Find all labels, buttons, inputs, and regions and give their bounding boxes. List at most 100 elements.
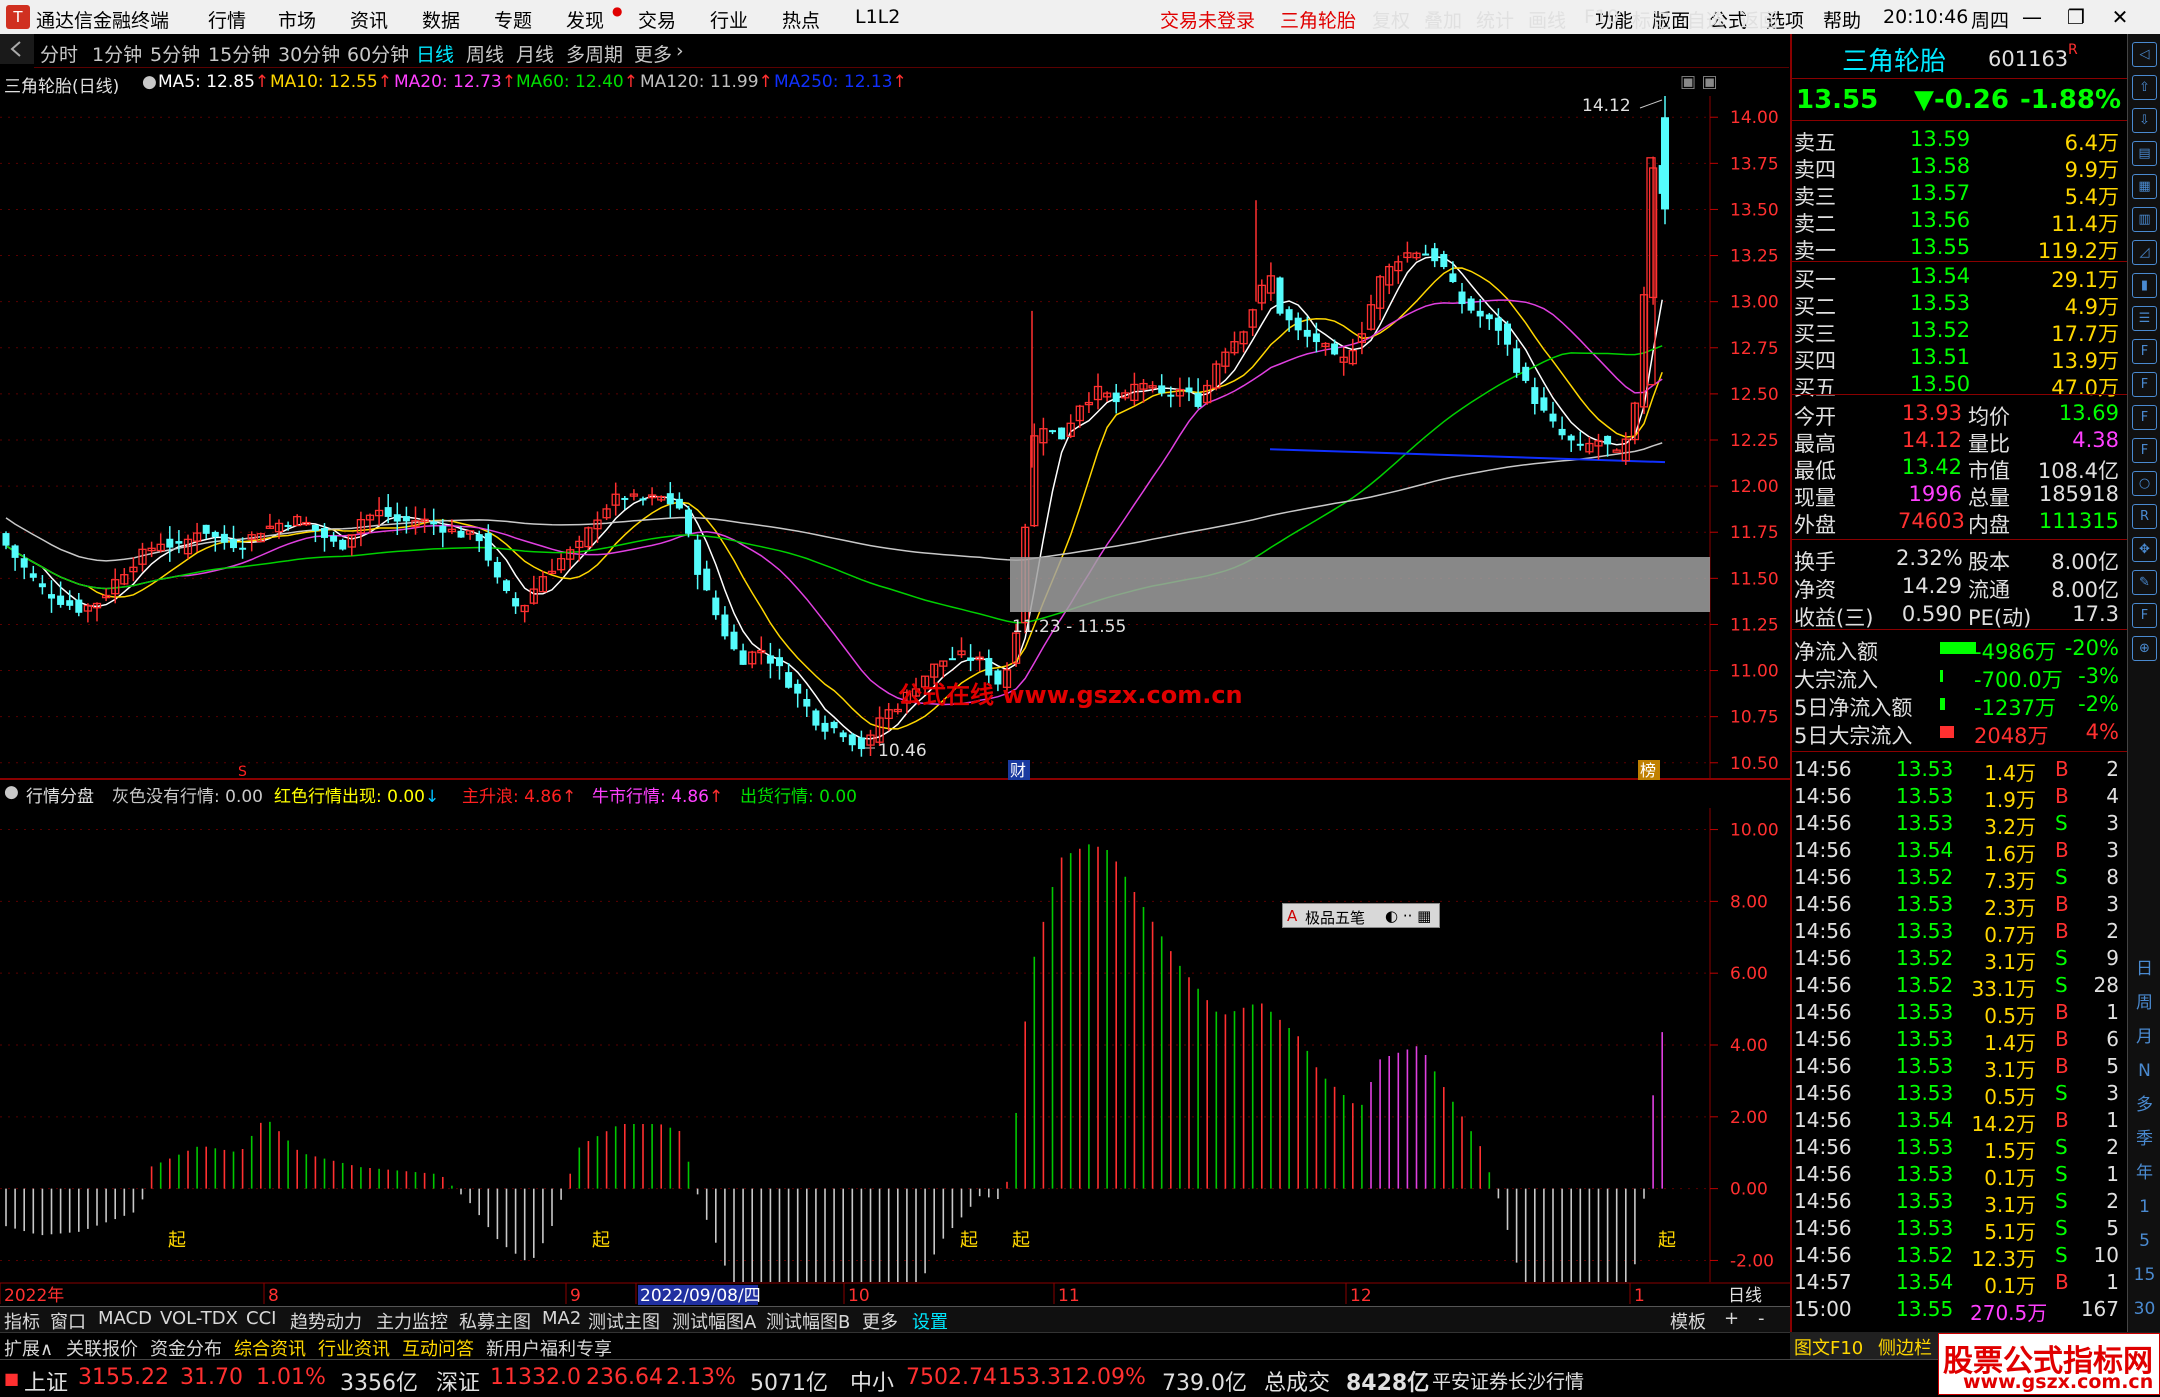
rsi-icon[interactable]: R bbox=[2132, 504, 2157, 529]
f2-icon[interactable]: F bbox=[2132, 372, 2157, 397]
tab-simu[interactable]: 私募主图 bbox=[459, 1308, 531, 1334]
sell-row[interactable]: 卖一 13.55 119.2万 bbox=[1792, 234, 2127, 263]
sell-row[interactable]: 卖四 13.58 9.9万 bbox=[1792, 153, 2127, 182]
period-fenshi[interactable]: 分时 bbox=[40, 40, 78, 67]
tick-row[interactable]: 14:56 13.53 0.7万 B 2 bbox=[1792, 918, 2127, 947]
buy-row[interactable]: 买四 13.51 13.9万 bbox=[1792, 344, 2127, 373]
tick-row[interactable]: 14:56 13.53 1.5万 S 2 bbox=[1792, 1134, 2127, 1163]
period-multi[interactable]: 多周期 bbox=[566, 40, 623, 67]
index-sh-label[interactable]: 上证 bbox=[24, 1365, 68, 1397]
tab-zonghe[interactable]: 综合资讯 bbox=[234, 1335, 306, 1361]
tab-hangye[interactable]: 行业资讯 bbox=[318, 1335, 390, 1361]
btn-f10[interactable]: F10 bbox=[1584, 6, 1619, 28]
fs-icon[interactable]: F bbox=[2132, 603, 2157, 628]
period-shortcut-10[interactable]: 30 bbox=[2132, 1298, 2157, 1323]
line-chart-icon[interactable]: ◿ bbox=[2132, 240, 2157, 265]
trade-login-status[interactable]: 交易未登录 bbox=[1160, 6, 1255, 33]
tick-row[interactable]: 14:56 13.53 2.3万 B 3 bbox=[1792, 891, 2127, 920]
period-shortcut-9[interactable]: 15 bbox=[2132, 1264, 2157, 1289]
menu-zixun[interactable]: 资讯 bbox=[350, 6, 388, 33]
chart-icon[interactable]: ▤ bbox=[2132, 141, 2157, 166]
tick-row[interactable]: 14:56 13.53 0.5万 S 3 bbox=[1792, 1080, 2127, 1109]
period-shortcut-2[interactable]: 月 bbox=[2132, 1026, 2157, 1051]
indicator-chart[interactable]: 起 起 起 起 起 10.00 8.00 6.00 4.00 2.00 0.00 -2.00 bbox=[0, 808, 1790, 1282]
index-sz-label[interactable]: 深证 bbox=[436, 1365, 480, 1397]
period-1min[interactable]: 1分钟 bbox=[92, 40, 142, 67]
tab-hudong[interactable]: 互动问答 bbox=[402, 1335, 474, 1361]
list-icon[interactable]: ☰ bbox=[2132, 306, 2157, 331]
settings-dot-icon[interactable]: ● bbox=[142, 72, 157, 92]
tab-minus[interactable]: - bbox=[1758, 1308, 1765, 1329]
tick-row[interactable]: 14:56 13.53 0.1万 S 1 bbox=[1792, 1161, 2127, 1190]
tick-row[interactable]: 14:57 13.54 0.1万 B 1 bbox=[1792, 1269, 2127, 1298]
tab-zhuli[interactable]: 主力监控 bbox=[376, 1308, 448, 1334]
tab-ceshi-zhutu[interactable]: 测试主图 bbox=[588, 1308, 660, 1334]
tab-plus[interactable]: + bbox=[1724, 1308, 1739, 1329]
tick-row[interactable]: 14:56 13.54 1.6万 B 3 bbox=[1792, 837, 2127, 866]
chart-window-icons[interactable]: ▣ ▣ bbox=[1680, 72, 1718, 92]
tick-row[interactable]: 14:56 13.52 33.1万 S 28 bbox=[1792, 972, 2127, 1001]
btn-fuquan[interactable]: 复权 bbox=[1372, 6, 1410, 33]
tab-cci[interactable]: CCI bbox=[246, 1308, 276, 1329]
restore-icon[interactable]: ❐ bbox=[2057, 1, 2095, 33]
period-day[interactable]: 日线 bbox=[416, 40, 454, 67]
menu-shichang[interactable]: 市场 bbox=[278, 6, 316, 33]
menu-jiaoyi[interactable]: 交易 bbox=[638, 6, 676, 33]
tab-ceshi-b[interactable]: 测试幅图B bbox=[766, 1308, 850, 1334]
btn-zixuan[interactable]: -自选 bbox=[1680, 6, 1725, 33]
left-nav-toggle[interactable] bbox=[0, 34, 34, 64]
tick-row[interactable]: 14:56 13.53 3.1万 B 5 bbox=[1792, 1053, 2127, 1082]
tab-xinyonghu[interactable]: 新用户福利专享 bbox=[486, 1335, 612, 1361]
buy-row[interactable]: 买二 13.53 4.9万 bbox=[1792, 290, 2127, 319]
menu-shuju[interactable]: 数据 bbox=[422, 6, 460, 33]
buy-row[interactable]: 买一 13.54 29.1万 bbox=[1792, 263, 2127, 292]
buy-row[interactable]: 买三 13.52 17.7万 bbox=[1792, 317, 2127, 346]
tab-kuozhan[interactable]: 扩展∧ bbox=[4, 1335, 53, 1361]
period-shortcut-1[interactable]: 周 bbox=[2132, 992, 2157, 1017]
tab-tuwen-f10[interactable]: 图文F10 bbox=[1794, 1334, 1863, 1360]
indicator-name[interactable]: 行情分盘 bbox=[26, 782, 94, 807]
grid-icon[interactable]: ▦ bbox=[2132, 174, 2157, 199]
tab-vol-tdx[interactable]: VOL-TDX bbox=[160, 1308, 238, 1329]
tick-row[interactable]: 14:56 13.53 3.2万 S 3 bbox=[1792, 810, 2127, 839]
btn-diejia[interactable]: 叠加 bbox=[1424, 6, 1462, 33]
move-icon[interactable]: ✥ bbox=[2132, 537, 2157, 562]
period-shortcut-7[interactable]: 1 bbox=[2132, 1196, 2157, 1221]
period-shortcut-5[interactable]: 季 bbox=[2132, 1128, 2157, 1153]
btn-biaoji[interactable]: 标记 bbox=[1632, 6, 1670, 33]
period-shortcut-0[interactable]: 日 bbox=[2132, 958, 2157, 983]
sell-row[interactable]: 卖三 13.57 5.4万 bbox=[1792, 180, 2127, 209]
tick-row[interactable]: 14:56 13.53 0.5万 B 1 bbox=[1792, 999, 2127, 1028]
broker-name[interactable]: 平安证券长沙行情 bbox=[1432, 1367, 1584, 1394]
sell-row[interactable]: 卖二 13.56 11.4万 bbox=[1792, 207, 2127, 236]
tick-row[interactable]: 14:56 13.53 5.1万 S 5 bbox=[1792, 1215, 2127, 1244]
settings-dot-icon[interactable]: ● bbox=[4, 782, 19, 802]
period-month[interactable]: 月线 bbox=[516, 40, 554, 67]
period-more[interactable]: 更多 bbox=[634, 40, 672, 67]
tab-ma2[interactable]: MA2 bbox=[542, 1308, 581, 1329]
period-60min[interactable]: 60分钟 bbox=[347, 40, 409, 67]
pen-icon[interactable]: ✎ bbox=[2132, 570, 2157, 595]
f4-icon[interactable]: F bbox=[2132, 438, 2157, 463]
settings-icon[interactable]: ⊕ bbox=[2132, 636, 2157, 661]
f3-icon[interactable]: F bbox=[2132, 405, 2157, 430]
f10-icon[interactable]: F bbox=[2132, 339, 2157, 364]
tab-qushi[interactable]: 趋势动力 bbox=[290, 1308, 362, 1334]
tick-row[interactable]: 14:56 13.53 3.1万 S 2 bbox=[1792, 1188, 2127, 1217]
tab-settings[interactable]: 设置 bbox=[912, 1308, 948, 1334]
menu-l1l2[interactable]: L1L2 bbox=[855, 6, 900, 28]
btn-huaxian[interactable]: 画线 bbox=[1528, 6, 1566, 33]
tick-row[interactable]: 14:56 13.54 14.2万 B 1 bbox=[1792, 1107, 2127, 1136]
bar-chart-icon[interactable]: ▥ bbox=[2132, 207, 2157, 232]
tick-row[interactable]: 14:56 13.53 1.9万 B 4 bbox=[1792, 783, 2127, 812]
sell-row[interactable]: 卖五 13.59 6.4万 bbox=[1792, 126, 2127, 155]
menu-zhuanti[interactable]: 专题 bbox=[494, 6, 532, 33]
menu-faxian[interactable]: 发现 bbox=[566, 6, 604, 33]
arrow-up-icon[interactable]: ⇧ bbox=[2132, 75, 2157, 100]
period-15min[interactable]: 15分钟 bbox=[208, 40, 270, 67]
ime-toolbar[interactable]: A 极品五笔 ◐ ·· ▦ bbox=[1282, 903, 1440, 928]
period-shortcut-4[interactable]: 多 bbox=[2132, 1094, 2157, 1119]
candle-icon[interactable]: ▮ bbox=[2132, 273, 2157, 298]
tab-guanlian[interactable]: 关联报价 bbox=[66, 1335, 138, 1361]
tick-row[interactable]: 14:56 13.53 1.4万 B 2 bbox=[1792, 756, 2127, 785]
